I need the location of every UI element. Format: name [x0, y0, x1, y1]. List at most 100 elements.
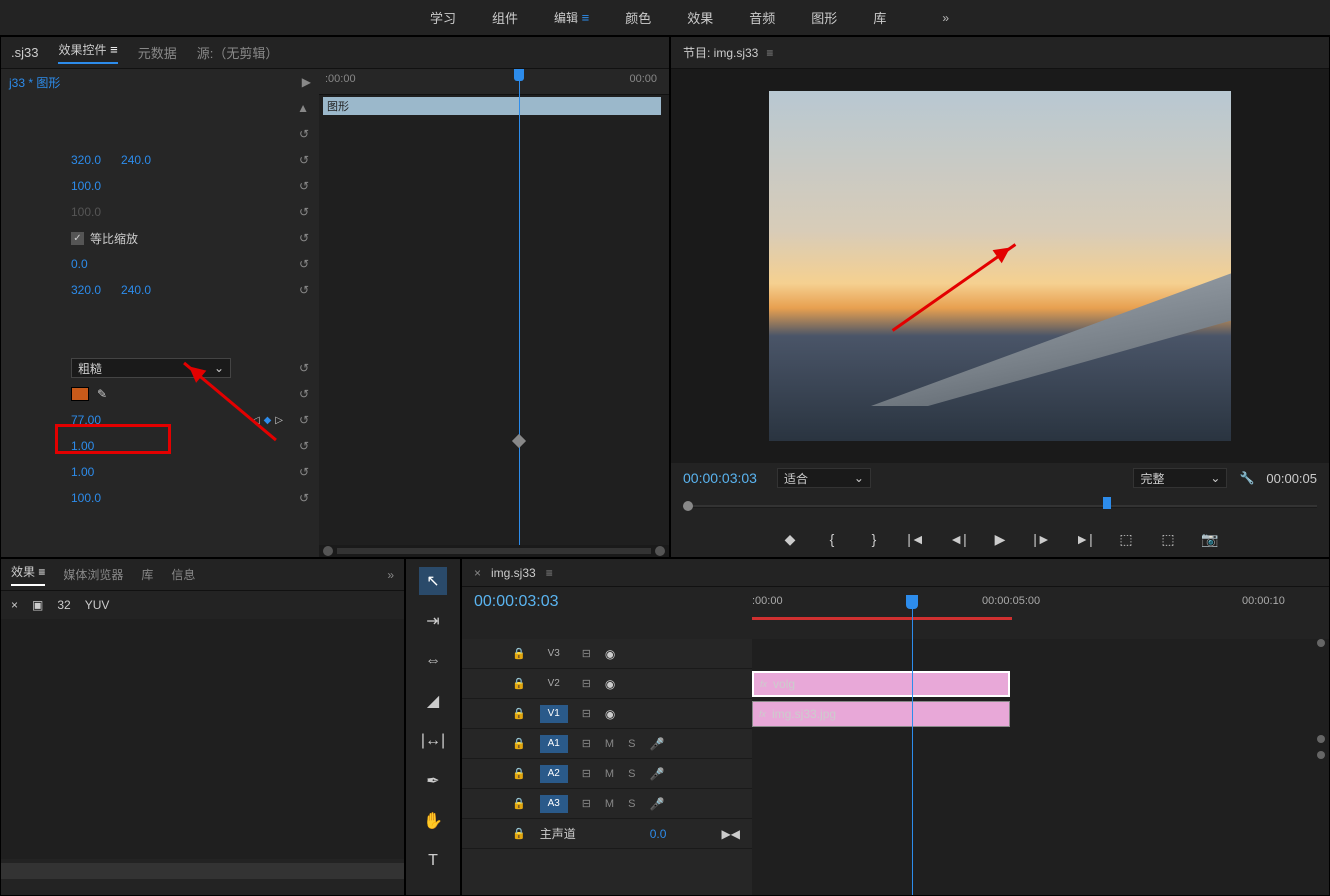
prop-anchor-y[interactable]: 240.0 — [121, 283, 151, 297]
eye-icon[interactable]: ◉ — [605, 677, 615, 691]
master-label[interactable]: 主声道 — [540, 825, 576, 842]
tab-info[interactable]: 信息 — [171, 566, 195, 583]
lock-icon[interactable]: 🔒 — [512, 767, 526, 780]
reset-icon[interactable]: ↺ — [299, 231, 309, 245]
timeline-playhead[interactable] — [912, 595, 913, 895]
mute-icon[interactable]: M — [605, 768, 614, 780]
ec-play-icon[interactable]: ▶ — [302, 75, 311, 89]
collapse-icon[interactable]: ▲ — [297, 101, 309, 115]
solo-icon[interactable]: S — [628, 798, 635, 810]
tab-media-browser[interactable]: 媒体浏览器 — [63, 566, 123, 583]
eyedropper-icon[interactable]: ✎ — [97, 387, 107, 401]
goto-in-icon[interactable]: |◄ — [907, 530, 925, 548]
ripple-tool[interactable]: ⇔ — [419, 647, 447, 675]
export-frame-icon[interactable]: 📷 — [1201, 530, 1219, 548]
menu-effects[interactable]: 效果 — [687, 8, 713, 27]
sync-icon[interactable]: ⊟ — [582, 707, 591, 720]
prop-rotation[interactable]: 0.0 — [71, 257, 88, 271]
uniform-scale-checkbox[interactable]: ✓ — [71, 232, 84, 245]
menu-audio[interactable]: 音频 — [749, 8, 775, 27]
reset-icon[interactable]: ↺ — [299, 127, 309, 141]
ec-breadcrumb[interactable]: j33 * 图形 — [9, 74, 60, 91]
razor-tool[interactable]: ◢ — [419, 687, 447, 715]
mute-icon[interactable]: M — [605, 738, 614, 750]
reset-icon[interactable]: ↺ — [299, 257, 309, 271]
extract-icon[interactable]: ⬚ — [1159, 530, 1177, 548]
tab-source[interactable]: .sj33 — [11, 45, 38, 60]
hand-tool[interactable]: ✋ — [419, 807, 447, 835]
color-swatch[interactable] — [71, 387, 89, 401]
reset-icon[interactable]: ↺ — [299, 179, 309, 193]
sync-icon[interactable]: ⊟ — [582, 647, 591, 660]
clear-icon[interactable]: × — [11, 598, 18, 612]
edge-type-select[interactable]: 粗糙⌄ — [71, 358, 231, 378]
lift-icon[interactable]: ⬚ — [1117, 530, 1135, 548]
step-back-icon[interactable]: ◄| — [949, 530, 967, 548]
prop-position-y[interactable]: 240.0 — [121, 153, 151, 167]
reset-icon[interactable]: ↺ — [299, 361, 309, 375]
prop-anchor-x[interactable]: 320.0 — [71, 283, 101, 297]
reset-icon[interactable]: ↺ — [299, 153, 309, 167]
sync-icon[interactable]: ⊟ — [582, 677, 591, 690]
lock-icon[interactable]: 🔒 — [512, 647, 526, 660]
clip-v2[interactable]: fxvolg — [752, 671, 1010, 697]
settings-icon[interactable]: 🔧 — [1239, 471, 1254, 485]
tab-effects-lower[interactable]: 效果 ≡ — [11, 563, 45, 586]
type-tool[interactable]: T — [419, 847, 447, 875]
effect-timeline[interactable]: :00:00 00:00 图形 — [319, 69, 669, 557]
lock-icon[interactable]: 🔒 — [512, 827, 526, 840]
prev-kf-icon[interactable]: ◁ — [252, 415, 260, 426]
prop-scale[interactable]: 100.0 — [71, 179, 101, 193]
add-kf-icon[interactable]: ◆ — [264, 415, 272, 426]
lock-icon[interactable]: 🔒 — [512, 797, 526, 810]
lock-icon[interactable]: 🔒 — [512, 707, 526, 720]
mic-icon[interactable]: 🎤 — [649, 767, 664, 781]
close-sequence-icon[interactable]: × — [474, 566, 481, 580]
ec-playhead[interactable] — [519, 69, 520, 557]
tab-metadata[interactable]: 元数据 — [138, 43, 177, 62]
step-fwd-icon[interactable]: |► — [1033, 530, 1051, 548]
effects-tree[interactable] — [1, 619, 404, 859]
out-point-icon[interactable]: } — [865, 530, 883, 548]
clip-v1[interactable]: fximg.sj33.jpg — [752, 701, 1010, 727]
next-kf-icon[interactable]: ▷ — [275, 415, 283, 426]
tabs-overflow-icon[interactable]: » — [387, 568, 394, 582]
meter-icon[interactable]: ▶◀ — [722, 827, 740, 841]
menu-overflow[interactable]: » — [942, 11, 949, 25]
goto-out-icon[interactable]: ►| — [1075, 530, 1093, 548]
track-select-tool[interactable]: ⇥ — [419, 607, 447, 635]
ec-clip-bar[interactable]: 图形 — [323, 97, 661, 115]
ec-scrollbar[interactable] — [319, 545, 669, 557]
quality-select[interactable]: 完整⌄ — [1133, 468, 1227, 488]
lock-icon[interactable]: 🔒 — [512, 737, 526, 750]
marker-icon[interactable]: ◆ — [781, 530, 799, 548]
menu-color[interactable]: 颜色 — [625, 8, 651, 27]
track-v3[interactable]: V3 — [540, 645, 568, 663]
prop-highlighted[interactable]: 77.00 — [71, 413, 101, 427]
in-point-icon[interactable]: { — [823, 530, 841, 548]
menu-edit[interactable]: 编辑 ≡ — [554, 9, 589, 26]
tab-libraries[interactable]: 库 — [141, 566, 153, 583]
mic-icon[interactable]: 🎤 — [649, 737, 664, 751]
menu-learn[interactable]: 学习 — [430, 8, 456, 27]
master-level[interactable]: 0.0 — [650, 827, 667, 841]
mute-icon[interactable]: M — [605, 798, 614, 810]
accel-icon[interactable]: ▣ — [32, 598, 43, 612]
menu-assembly[interactable]: 组件 — [492, 8, 518, 27]
track-a1[interactable]: A1 — [540, 735, 568, 753]
reset-icon[interactable]: ↺ — [299, 465, 309, 479]
sync-icon[interactable]: ⊟ — [582, 797, 591, 810]
track-a3[interactable]: A3 — [540, 795, 568, 813]
menu-graphics[interactable]: 图形 — [811, 8, 837, 27]
prop-position-x[interactable]: 320.0 — [71, 153, 101, 167]
selection-tool[interactable]: ↖ — [419, 567, 447, 595]
track-v2[interactable]: V2 — [540, 675, 568, 693]
slip-tool[interactable]: |↔| — [419, 727, 447, 755]
zoom-select[interactable]: 适合⌄ — [777, 468, 871, 488]
track-a2[interactable]: A2 — [540, 765, 568, 783]
lock-icon[interactable]: 🔒 — [512, 677, 526, 690]
eye-icon[interactable]: ◉ — [605, 647, 615, 661]
play-icon[interactable]: ▶ — [991, 530, 1009, 548]
timeline-content[interactable]: fxvolg fximg.sj33.jpg — [752, 639, 1329, 895]
tab-source-none[interactable]: 源:（无剪辑） — [197, 43, 279, 62]
